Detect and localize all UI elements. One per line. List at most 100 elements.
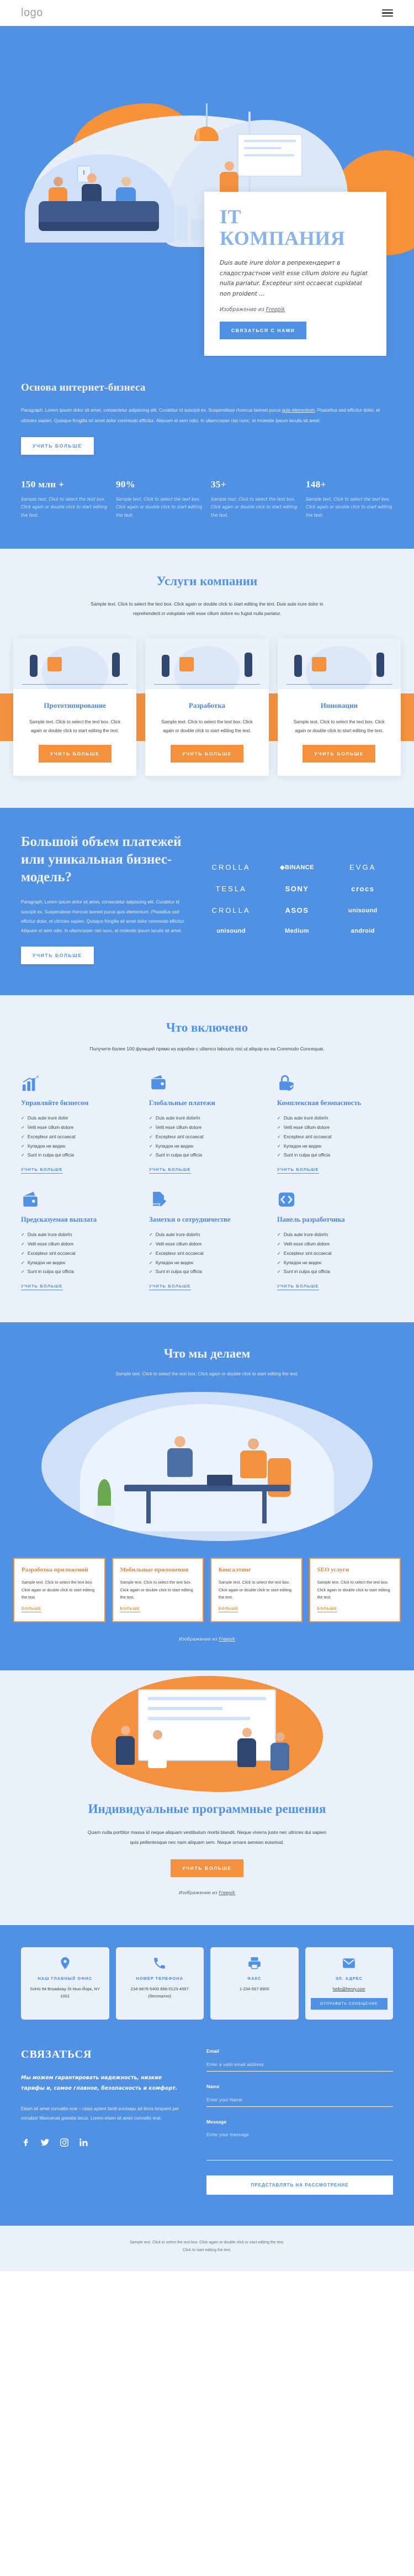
check-icon: ✓ (277, 1116, 281, 1121)
feature-learn-more-link[interactable]: УЧИТЬ БОЛЬШЕ (21, 1167, 63, 1174)
feature-learn-more-link[interactable]: УЧИТЬ БОЛЬШЕ (149, 1167, 191, 1174)
feature-list: ✓ Duis aute irure dolorIn ✓ Velit esse cil… (149, 1231, 265, 1277)
feature-list-item: ✓ Velit esse cillum dolore (277, 1123, 393, 1133)
fax-icon (247, 1956, 262, 1970)
check-icon: ✓ (21, 1143, 25, 1149)
feature-title: Комплексная безопасность (277, 1099, 362, 1107)
feature-list-item: ✓ Купидон не виден (277, 1142, 393, 1152)
service-learn-more-button[interactable]: УЧИТЬ БОЛЬШЕ (171, 745, 243, 763)
feature-list-item: ✓ Sunt in culpa qui officia (21, 1268, 137, 1277)
feature-item: Управляйте бизнесом ✓ Duis aute irure dol… (21, 1074, 137, 1174)
check-icon: ✓ (21, 1269, 25, 1275)
twitter-icon[interactable] (40, 2138, 50, 2147)
service-illustration (145, 638, 269, 690)
message-field[interactable] (206, 2130, 393, 2161)
feature-list-item: ✓ Excepteur sint occaecat (21, 1133, 137, 1142)
stat-item: 35+ Sample text. Click to select the tex… (211, 479, 298, 520)
solutions-subtitle: Quam nulla porttitor massa id neque aliq… (87, 1829, 327, 1845)
illustration-figure-woman (167, 1436, 193, 1489)
feature-list: ✓ Duis aute irure dolor ✓ Velit esse cillu… (21, 1114, 137, 1160)
card-more-link[interactable]: БОЛЬШЕ (219, 1607, 239, 1612)
what-we-do-card[interactable]: Мобильные приложения Sample text. Click … (112, 1558, 204, 1622)
what-we-do-card[interactable]: Разработка приложений Sample text. Click… (13, 1558, 105, 1622)
services-section: Услуги компании Sample text. Click to se… (0, 548, 414, 808)
brand-logo-asos: ASOS (285, 906, 309, 915)
check-icon: ✓ (149, 1134, 153, 1139)
freepik-link[interactable]: Freepik (219, 1890, 235, 1895)
feature-list-item: ✓ Duis aute irure dolorIn (21, 1231, 137, 1240)
landing-page: logo IT КОМПАНИЯ Duis aute irure dolor в… (0, 0, 414, 2272)
feature-title: Глобальные платежи (149, 1099, 215, 1107)
hero-title: IT КОМПАНИЯ (220, 206, 371, 249)
freepik-link[interactable]: Freepik (266, 307, 285, 313)
feature-list: ✓ Duis aute irure dolorIn ✓ Velit esse cil… (149, 1114, 265, 1160)
name-field-group: Name (206, 2084, 393, 2107)
message-label: Message (206, 2119, 227, 2125)
check-icon: ✓ (149, 1116, 153, 1121)
what-we-do-section: Что мы делаем Sample text. Click to sele… (0, 1322, 414, 1670)
check-icon: ✓ (277, 1260, 281, 1265)
what-we-do-illustration (41, 1392, 373, 1542)
social-links (21, 2138, 187, 2147)
solutions-learn-more-button[interactable]: УЧИТЬ БОЛЬШЕ (171, 1859, 243, 1877)
contact-body-text: Etiam sit amet convallis erat – class ap… (21, 2106, 179, 2121)
service-learn-more-button[interactable]: УЧИТЬ БОЛЬШЕ (302, 745, 376, 763)
what-we-do-card[interactable]: SEO услуги Sample text. Click to select … (309, 1558, 401, 1622)
feature-item: Предсказуемая выплата ✓ Duis aute irure d… (21, 1190, 137, 1291)
service-card-text: Sample text. Click to select the text bo… (29, 719, 121, 733)
service-card-title: Инновации (320, 701, 358, 710)
feature-learn-more-link[interactable]: УЧИТЬ БОЛЬШЕ (149, 1284, 191, 1291)
check-icon: ✓ (149, 1124, 153, 1130)
volume-learn-more-button[interactable]: УЧИТЬ БОЛЬШЕ (21, 947, 94, 965)
feature-list-item: ✓ Duis aute irure dolorIn (277, 1114, 393, 1123)
card-more-link[interactable]: БОЛЬШЕ (317, 1607, 337, 1612)
feature-list-item: ✓ Sunt in culpa qui officia (277, 1268, 393, 1277)
feature-list: ✓ Duis aute irure dolorIn ✓ Velit esse cil… (277, 1231, 393, 1277)
card-more-link[interactable]: БОЛЬШЕ (22, 1607, 42, 1612)
service-card[interactable]: Прототипирование Sample text. Click to s… (13, 638, 137, 776)
linkedin-icon[interactable] (79, 2138, 88, 2147)
check-icon: ✓ (149, 1250, 153, 1256)
hero-title-line-2: КОМПАНИЯ (220, 227, 346, 249)
freepik-link[interactable]: Freepik (219, 1637, 235, 1642)
submit-button[interactable]: ПРЕДСТАВЛЯТЬ НА РАССМОТРЕНИЕ (206, 2175, 393, 2195)
card-more-link[interactable]: БОЛЬШЕ (120, 1607, 140, 1612)
site-footer: Sample text. Click to select the text bo… (0, 2226, 414, 2272)
service-learn-more-button[interactable]: УЧИТЬ БОЛЬШЕ (38, 745, 112, 763)
service-card-text: Sample text. Click to select the text bo… (293, 719, 385, 733)
basis-paragraph: Paragraph. Lorem ipsum dolor sit amet, c… (21, 405, 385, 426)
site-logo[interactable]: logo (21, 7, 43, 19)
feature-learn-more-link[interactable]: УЧИТЬ БОЛЬШЕ (277, 1167, 319, 1174)
stat-number: 150 млн + (21, 479, 65, 490)
illustration-figure-man (240, 1438, 267, 1490)
contact-cards: НАШ ГЛАВНЫЙ ОФИС SoHo 94 Broadway St Нью… (21, 1947, 393, 2020)
check-icon: ✓ (21, 1124, 25, 1130)
what-we-do-card[interactable]: Консалтинг Sample text. Click to select … (210, 1558, 302, 1622)
bar-chart-growth-icon (21, 1074, 40, 1092)
basis-inline-link[interactable]: quis elementum (282, 407, 315, 413)
service-card[interactable]: Инновации Sample text. Click to select t… (277, 638, 401, 776)
feature-list: ✓ Duis aute irure dolorIn ✓ Velit esse cil… (277, 1114, 393, 1160)
email-field[interactable] (206, 2059, 393, 2072)
facebook-icon[interactable] (21, 2138, 30, 2147)
brand-logo-android: android (351, 928, 375, 935)
contact-form: Email Name Message ПРЕДСТАВЛЯТЬ НА РАССМ… (206, 2048, 393, 2195)
feature-learn-more-link[interactable]: УЧИТЬ БОЛЬШЕ (277, 1284, 319, 1291)
check-icon: ✓ (277, 1134, 281, 1139)
name-field[interactable] (206, 2095, 393, 2107)
feature-list-item: ✓ Velit esse cillum dolore (149, 1123, 265, 1133)
site-header: logo (0, 0, 414, 26)
email-link[interactable]: hello@henry.com (333, 1986, 365, 1991)
feature-learn-more-link[interactable]: УЧИТЬ БОЛЬШЕ (21, 1284, 63, 1291)
brand-logo-crocs: crocs (351, 885, 375, 893)
service-card[interactable]: Разработка Sample text. Click to select … (145, 638, 269, 776)
instagram-icon[interactable] (60, 2138, 69, 2147)
hero-whiteboard (237, 134, 302, 177)
feature-list-item: ✓ Sunt in culpa qui officia (277, 1151, 393, 1160)
document-edit-icon (149, 1190, 168, 1209)
basis-learn-more-button[interactable]: УЧИТЬ БОЛЬШЕ (21, 437, 94, 455)
hero-contact-button[interactable]: СВЯЗАТЬСЯ С НАМИ (220, 322, 307, 340)
brand-logos-grid: CROLLA ◆BINANCE EVGA TESLA SONY crocs CR… (201, 833, 393, 964)
hamburger-menu-icon[interactable] (382, 9, 393, 17)
send-message-button[interactable]: ОТПРАВИТЬ СООБЩЕНИЕ (310, 1998, 388, 2010)
